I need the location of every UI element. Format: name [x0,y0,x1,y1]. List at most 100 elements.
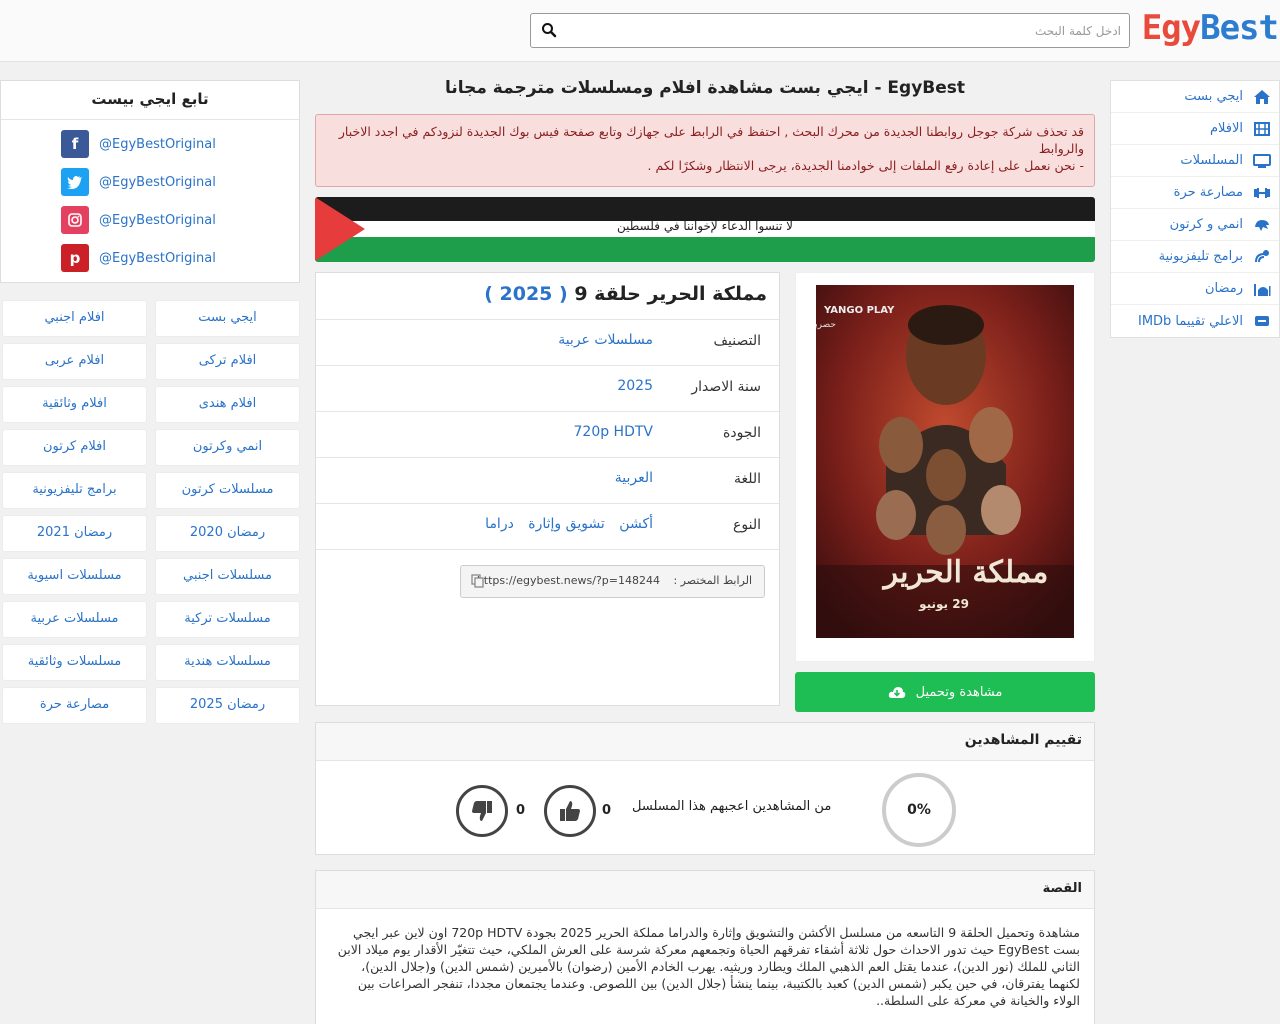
nav-label: المسلسلات [1180,153,1243,168]
category-button[interactable]: افلام تركى [155,343,300,380]
search-input[interactable] [561,14,1121,47]
category-button[interactable]: مسلسلات اجنبي [155,558,300,595]
category-button[interactable]: مسلسلات كرتون [155,472,300,509]
facebook-link[interactable]: f @EgyBestOriginal [61,130,216,158]
dislike-count: 0 [516,803,526,818]
poster-date: 29 يونيو [918,597,969,612]
dislike-button[interactable] [456,785,508,837]
like-count: 0 [602,803,612,818]
twitter-link[interactable]: @EgyBestOriginal [61,168,216,196]
info-key: سنة الاصدار [691,379,761,395]
twitter-icon [61,168,89,196]
site-logo[interactable]: EgyBest [1142,8,1279,48]
info-row-quality: الجودة 720p HDTV [316,412,779,458]
genre-link[interactable]: تشويق وإثارة [528,516,605,532]
dragon-icon [1255,219,1269,231]
category-button[interactable]: مصارعة حرة [2,687,147,724]
category-button[interactable]: افلام هندى [155,386,300,423]
top-header: EgyBest [0,0,1280,62]
category-button[interactable]: رمضان 2020 [155,515,300,552]
nav-label: الافلام [1209,121,1243,136]
category-button[interactable]: رمضان 2021 [2,515,147,552]
thumbs-up-icon [560,801,580,821]
watch-download-button[interactable]: مشاهدة وتحميل [795,672,1095,712]
show-title-text: مملكة الحرير حلقة 9 [574,283,767,305]
nav-label: انمي و كرتون [1169,217,1243,232]
nav-item-movies[interactable]: الافلام [1111,113,1279,145]
info-row-year: سنة الاصدار 2025 [316,366,779,412]
social-handle: @EgyBestOriginal [99,136,216,152]
category-button[interactable]: رمضان 2025 [155,687,300,724]
satellite-icon [1255,249,1269,262]
nav-label: برامج تليفزيونية [1158,249,1243,264]
pinterest-link[interactable]: p @EgyBestOriginal [61,244,216,272]
year-link[interactable]: 2025 [617,378,653,394]
nav-item-series[interactable]: المسلسلات [1111,145,1279,177]
category-button[interactable]: افلام كرتون [2,429,147,466]
nav-label: الاعلي تقييما IMDb [1137,313,1243,329]
category-button[interactable]: ايجي بست [155,300,300,337]
alert-line: - نحن نعمل على إعادة رفع الملفات إلى خوا… [647,158,1084,173]
category-button[interactable]: مسلسلات عربية [2,601,147,638]
category-link[interactable]: مسلسلات عربية [558,332,653,348]
info-key: الجودة [723,425,761,441]
tv-icon [1253,153,1271,168]
nav-item-imdb[interactable]: الاعلي تقييما IMDb [1111,305,1279,337]
category-button[interactable]: مسلسلات وثائقية [2,644,147,681]
category-button[interactable]: انمي وكرتون [155,429,300,466]
poster-brand: YANGO PLAY [823,305,895,316]
pinterest-icon: p [61,244,89,272]
info-row-category: التصنيف مسلسلات عربية [316,320,779,366]
quality-link[interactable]: 720p HDTV [574,424,654,440]
nav-label: رمضان [1204,281,1243,296]
cloud-download-icon [888,687,905,698]
category-button[interactable]: مسلسلات هندية [155,644,300,681]
social-handle: @EgyBestOriginal [99,250,216,266]
nav-label: ايجي بست [1184,89,1243,104]
category-button[interactable]: مسلسلات تركية [155,601,300,638]
main-nav: ايجي بست الافلام المسلسلات مصارعة حرة ان… [1110,80,1280,338]
rating-box: تقييم المشاهدين 0% من المشاهدين اعجبهم ه… [315,722,1095,855]
genre-link[interactable]: دراما [485,516,514,532]
dumbbell-icon [1254,187,1270,198]
instagram-icon [61,206,89,234]
like-button[interactable] [544,785,596,837]
search-box [530,13,1130,48]
category-button[interactable]: برامج تليفزيونية [2,472,147,509]
story-box: القصة مشاهدة وتحميل الحلقة 9 التاسعه من … [315,870,1095,1024]
alert-line: قد تحذف شركة جوجل روابطنا الجديدة من محر… [338,124,1084,156]
show-info-card: مملكة الحرير حلقة 9 ( 2025 ) التصنيف مسل… [315,272,780,706]
info-row-language: اللغة العربية [316,458,779,504]
info-key: التصنيف [713,333,761,349]
category-button[interactable]: افلام عربى [2,343,147,380]
nav-item-anime[interactable]: انمي و كرتون [1111,209,1279,241]
story-title: القصة [316,871,1094,909]
story-text: مشاهدة وتحميل الحلقة 9 التاسعه من مسلسل … [337,925,1080,1008]
film-icon [1254,121,1270,136]
instagram-link[interactable]: @EgyBestOriginal [61,206,216,234]
rating-percent: 0% [882,773,956,847]
category-button[interactable]: افلام وثائقية [2,386,147,423]
home-icon [1254,89,1270,104]
copy-icon[interactable] [471,574,485,588]
short-link-label: الرابط المختصر : [673,574,752,587]
poster-box: YANGO PLAY حصريا مملكة الحرير 29 يونيو [795,272,1095,662]
category-button[interactable]: افلام اجنبي [2,300,147,337]
nav-item-ramadan[interactable]: رمضان [1111,273,1279,305]
genre-link[interactable]: أكشن [619,516,653,532]
show-year: 2025 [499,283,553,305]
nav-item-wrestling[interactable]: مصارعة حرة [1111,177,1279,209]
language-link[interactable]: العربية [615,470,653,486]
social-handle: @EgyBestOriginal [99,174,216,190]
poster-title: مملكة الحرير [882,555,1049,590]
facebook-icon: f [61,130,89,158]
rating-title: تقييم المشاهدين [316,723,1094,761]
info-row-genre: النوع أكشن تشويق وإثارة دراما [316,504,779,550]
nav-item-home[interactable]: ايجي بست [1111,81,1279,113]
short-link-box[interactable]: الرابط المختصر : https://egybest.news/?p… [460,565,765,598]
short-link-url: https://egybest.news/?p=148244 [476,574,660,587]
show-poster[interactable]: YANGO PLAY حصريا مملكة الحرير 29 يونيو [816,285,1074,638]
search-icon[interactable] [541,22,557,38]
nav-item-tv-shows[interactable]: برامج تليفزيونية [1111,241,1279,273]
category-button[interactable]: مسلسلات اسيوية [2,558,147,595]
